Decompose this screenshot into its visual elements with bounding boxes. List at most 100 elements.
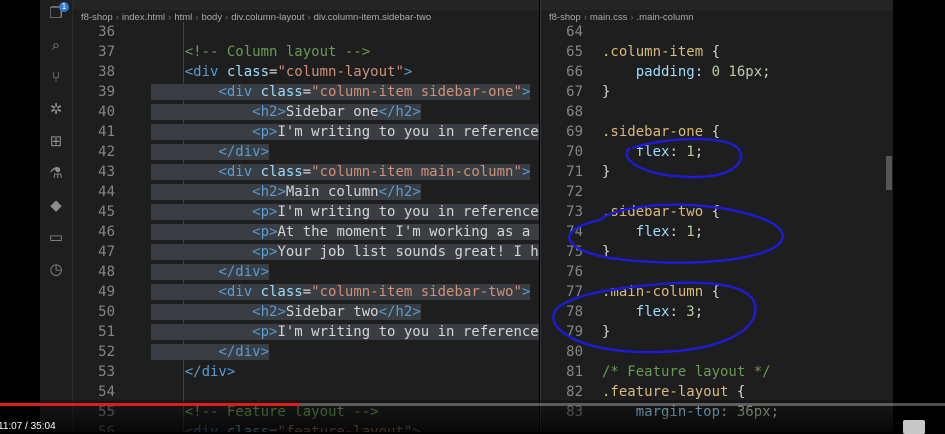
line-number: 40 xyxy=(98,104,115,120)
code-line[interactable]: 48 </div> xyxy=(73,262,539,282)
code-token: Sidebar one xyxy=(285,104,379,120)
code-token: </h2> xyxy=(378,184,421,200)
code-line[interactable]: 50 <h2>Sidebar two</h2> xyxy=(73,302,539,322)
line-number: 75 xyxy=(566,244,583,260)
docker-icon[interactable]: ◆ xyxy=(40,194,72,216)
code-token: Sidebar two xyxy=(285,304,379,320)
code-token: </div> xyxy=(151,364,236,380)
code-line[interactable]: 38 <div class="column-layout"> xyxy=(73,62,539,82)
code-token: "column-item sidebar-two" xyxy=(311,284,522,300)
code-line[interactable]: 46 <p>At the moment I'm working as a Sam… xyxy=(73,222,539,242)
code-line[interactable]: 76 xyxy=(541,262,893,282)
code-token: 0 16px xyxy=(711,64,763,80)
line-number: 44 xyxy=(98,184,115,200)
code-token: ; xyxy=(694,304,704,320)
code-token: { xyxy=(703,284,721,300)
code-area[interactable]: 64 65 .column-item {66 padding: 0 16px; 67}… xyxy=(541,22,893,422)
css-editor[interactable]: f8-shop › main.css › .main-column 64 65 .colum… xyxy=(540,0,893,432)
testing-icon[interactable]: ⚗ xyxy=(40,162,72,184)
code-line[interactable]: 66 padding: 0 16px; xyxy=(541,62,893,82)
line-number: 72 xyxy=(566,184,583,200)
code-line[interactable]: 74 flex: 1; xyxy=(541,222,893,242)
code-line[interactable]: 52 </div> xyxy=(73,342,539,362)
code-token: </div> xyxy=(151,264,270,280)
code-token: > xyxy=(521,84,531,100)
line-number: 38 xyxy=(98,64,115,80)
code-token: } xyxy=(602,244,611,260)
line-number: 71 xyxy=(566,164,583,180)
html-editor[interactable]: f8-shop › index.html › html › body › div.column-… xyxy=(73,0,539,432)
code-token: { xyxy=(703,124,721,140)
remote-icon[interactable]: ▭ xyxy=(40,226,72,248)
code-line[interactable]: 69 .sidebar-one { xyxy=(541,122,893,142)
progress-fill xyxy=(0,403,300,406)
code-area[interactable]: 36 37 <!-- Column layout --> 38 <div class… xyxy=(73,22,539,432)
code-token: ; xyxy=(762,64,771,80)
code-line[interactable]: 47 <p>Your job list sounds great! I hope… xyxy=(73,242,539,262)
progress-bar[interactable] xyxy=(0,403,945,406)
code-token: > xyxy=(403,64,413,80)
code-token: : xyxy=(694,64,712,80)
code-token: class xyxy=(260,84,303,100)
code-line[interactable]: 39 <div class="column-item sidebar-one"> xyxy=(73,82,539,102)
line-number: 36 xyxy=(98,24,115,40)
code-token: { xyxy=(728,384,746,400)
code-line[interactable]: 77 .main-column { xyxy=(541,282,893,302)
code-line[interactable]: 53 </div> xyxy=(73,362,539,382)
code-line[interactable]: 49 <div class="column-item sidebar-two"> xyxy=(73,282,539,302)
extensions-icon[interactable]: ⊞ xyxy=(40,130,72,152)
code-token: class xyxy=(226,64,270,80)
source-control-icon[interactable]: ⑂ xyxy=(40,66,72,88)
line-number: 46 xyxy=(98,224,115,240)
code-token: I'm writing to you in reference to the xyxy=(277,124,539,140)
code-token: .feature-layout xyxy=(602,384,729,400)
code-token: } xyxy=(602,84,611,100)
code-token: padding xyxy=(602,64,695,80)
code-line[interactable]: 80 xyxy=(541,342,893,362)
line-number: 65 xyxy=(566,44,583,60)
line-number: 73 xyxy=(566,204,583,220)
code-line[interactable]: 78 flex: 3; xyxy=(541,302,893,322)
line-number: 41 xyxy=(98,124,115,140)
code-line[interactable]: 67} xyxy=(541,82,893,102)
code-line[interactable]: 73 .sidebar-two { xyxy=(541,202,893,222)
code-token: ; xyxy=(694,144,704,160)
timeline-icon[interactable]: ◷ xyxy=(40,258,72,280)
code-token: <p> xyxy=(151,204,278,220)
code-line[interactable]: 41 <p>I'm writing to you in reference to… xyxy=(73,122,539,142)
code-token: 1 xyxy=(686,144,695,160)
code-line[interactable]: 54 xyxy=(73,382,539,402)
line-number: 66 xyxy=(566,64,583,80)
code-line[interactable]: 75} xyxy=(541,242,893,262)
code-line[interactable]: 81 /* Feature layout */ xyxy=(541,362,893,382)
code-line[interactable]: 82 .feature-layout { xyxy=(541,382,893,402)
code-line[interactable]: 71} xyxy=(541,162,893,182)
line-number: 76 xyxy=(566,264,583,280)
search-icon[interactable]: ⌕ xyxy=(40,34,72,56)
code-line[interactable]: 36 xyxy=(73,22,539,42)
code-token: .column-item xyxy=(602,44,704,60)
code-token: <h2> xyxy=(151,304,286,320)
code-line[interactable]: 43 <div class="column-item main-column"> xyxy=(73,162,539,182)
code-token: "column-item main-column" xyxy=(311,164,522,180)
code-line[interactable]: 37 <!-- Column layout --> xyxy=(73,42,539,62)
code-line[interactable]: 72 xyxy=(541,182,893,202)
code-line[interactable]: 79} xyxy=(541,322,893,342)
line-number: 47 xyxy=(98,244,115,260)
notification-badge: 1 xyxy=(59,2,69,12)
code-line[interactable]: 70 flex: 1; xyxy=(541,142,893,162)
code-line[interactable]: 45 <p>I'm writing to you in reference to… xyxy=(73,202,539,222)
debug-icon[interactable]: ✲ xyxy=(40,98,72,120)
code-line[interactable]: 68 xyxy=(541,102,893,122)
code-line[interactable]: 51 <p>I'm writing to you in reference to… xyxy=(73,322,539,342)
code-token: > xyxy=(521,284,531,300)
code-line[interactable]: 64 xyxy=(541,22,893,42)
code-token: ; xyxy=(694,224,704,240)
scrollbar-thumb[interactable] xyxy=(886,156,892,190)
code-line[interactable]: 65 .column-item { xyxy=(541,42,893,62)
code-line[interactable]: 42 </div> xyxy=(73,142,539,162)
line-number: 79 xyxy=(566,324,583,340)
code-line[interactable]: 40 <h2>Sidebar one</h2> xyxy=(73,102,539,122)
line-number: 52 xyxy=(98,344,115,360)
code-line[interactable]: 44 <h2>Main column</h2> xyxy=(73,182,539,202)
